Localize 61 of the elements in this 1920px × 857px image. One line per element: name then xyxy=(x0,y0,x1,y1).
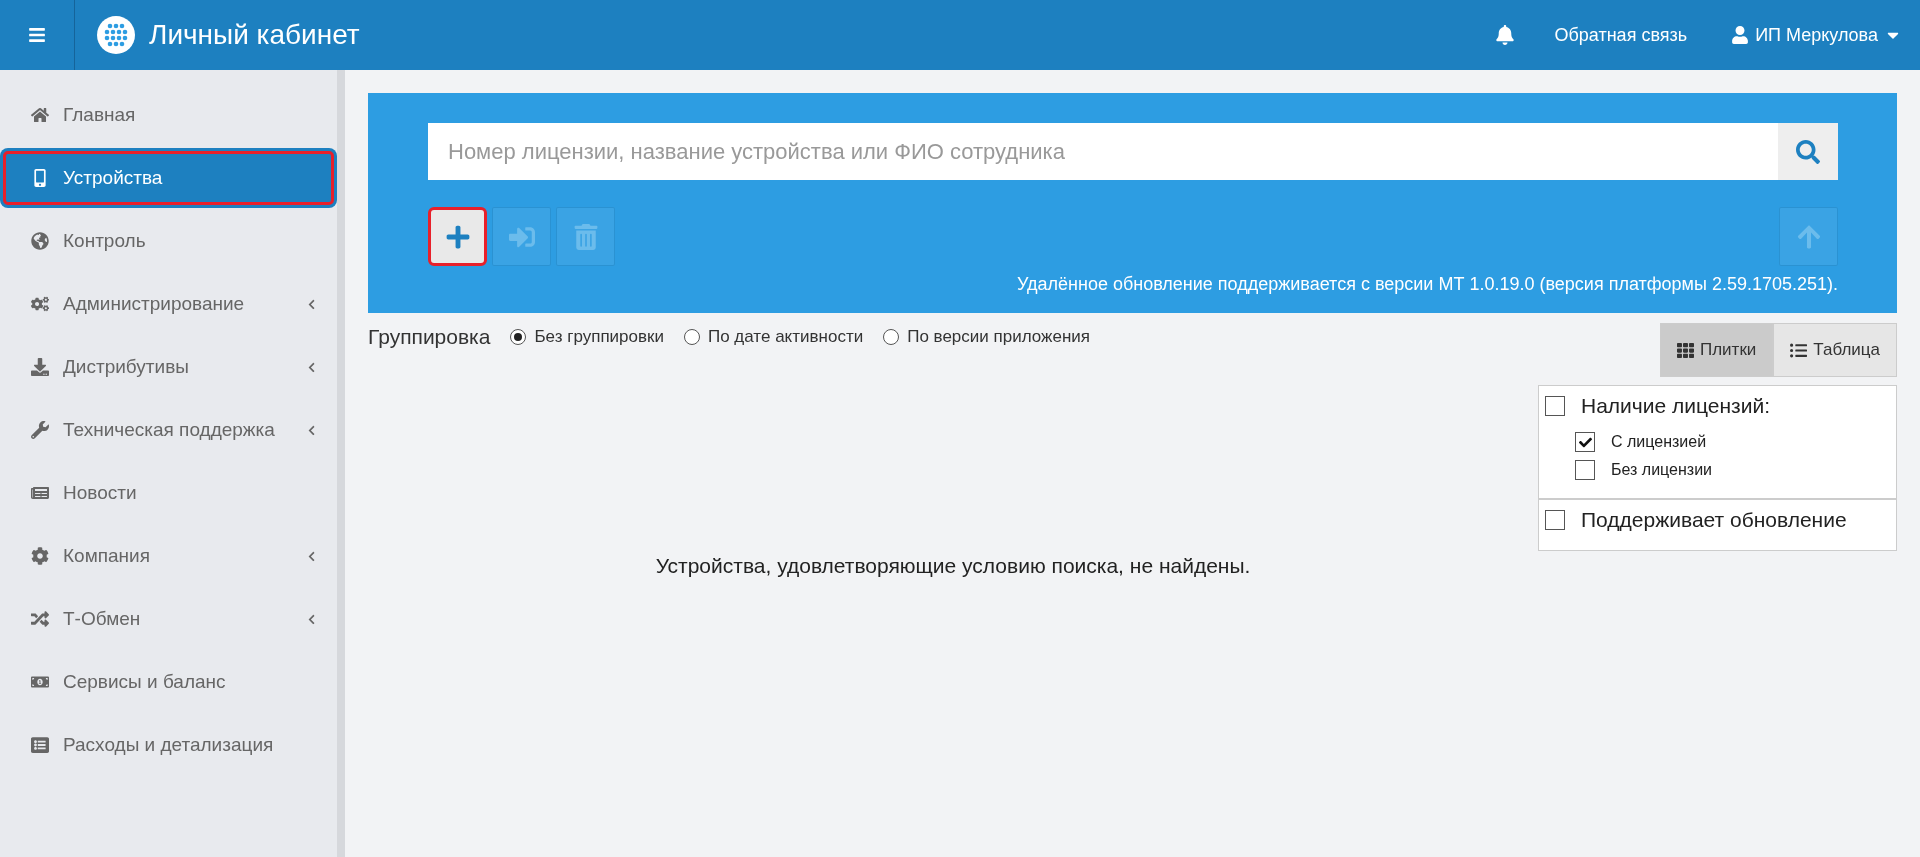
chevron-icon xyxy=(306,424,317,436)
sidebar-item[interactable]: Расходы и детализация xyxy=(0,715,337,775)
home-icon xyxy=(30,106,50,124)
bell-icon xyxy=(1494,25,1515,45)
sidebar-item[interactable]: Т-Обмен xyxy=(0,589,337,649)
checkbox[interactable] xyxy=(1545,510,1565,530)
search-field[interactable]: Номер лицензии, название устройства или ФИО сотрудника xyxy=(428,123,1778,180)
plus-icon xyxy=(444,223,471,250)
radio-button[interactable] xyxy=(683,329,700,345)
filter-label: Без лицензии xyxy=(1611,461,1713,479)
arrow-up-icon xyxy=(1795,223,1822,250)
filter-label: Поддерживает обновление xyxy=(1581,508,1847,532)
trash-icon xyxy=(572,223,599,250)
wrench-icon xyxy=(30,421,50,439)
list-icon xyxy=(1790,341,1808,359)
sidebar-item[interactable]: Контроль xyxy=(0,211,337,271)
add-button[interactable] xyxy=(428,207,487,266)
chevron-icon xyxy=(306,613,317,625)
gear-icon xyxy=(30,547,50,565)
sidebar-item[interactable]: Администрирование xyxy=(0,274,337,334)
sidebar-item[interactable]: Новости xyxy=(0,463,337,523)
option-label: Без группировки xyxy=(534,327,664,347)
user-icon xyxy=(1731,26,1750,44)
chevron-icon xyxy=(306,550,317,562)
checkbox[interactable] xyxy=(1575,432,1595,452)
newspaper-icon xyxy=(30,484,50,502)
logo-icon xyxy=(97,16,135,54)
check-icon xyxy=(1578,435,1592,449)
user-menu-button[interactable]: ИП Меркулова xyxy=(1731,24,1902,46)
update-note: Удалённое обновление поддерживается с версии МТ 1.0.19.0 (версия платформы 2.59.1705.251). xyxy=(1015,274,1838,295)
search-button[interactable] xyxy=(1778,123,1838,180)
download-icon xyxy=(30,358,50,376)
sidebar-item[interactable]: Устройства xyxy=(0,148,337,208)
grouping-label: Группировка xyxy=(368,325,491,349)
shuffle-icon xyxy=(30,610,50,628)
filter-label: С лицензией xyxy=(1611,433,1707,451)
grid-icon xyxy=(1677,341,1694,359)
filter-label: Наличие лицензий: xyxy=(1581,394,1770,418)
sidebar-item[interactable]: Техническая поддержка xyxy=(0,400,337,460)
table-tab[interactable]: Таблица xyxy=(1773,323,1897,377)
chevron-icon xyxy=(306,361,317,373)
sidebar-item[interactable]: Главная xyxy=(0,85,337,145)
list-icon xyxy=(30,736,50,754)
sidebar-item[interactable]: Компания xyxy=(0,526,337,586)
chevron-icon xyxy=(306,298,317,310)
grouping-option[interactable]: Без группировки xyxy=(510,327,664,347)
empty-message: Устройства, удовлетворяющие условию поиска, не найдены. xyxy=(655,554,1251,578)
menu-icon xyxy=(28,26,46,44)
notifications-button[interactable] xyxy=(1494,25,1515,45)
app-title: Личный кабинет xyxy=(149,19,360,51)
search-icon xyxy=(1796,139,1820,164)
gears-icon xyxy=(30,295,50,313)
feedback-link[interactable]: Обратная связь xyxy=(1554,24,1688,46)
sidebar-item[interactable]: Дистрибутивы xyxy=(0,337,337,397)
globe-icon xyxy=(30,232,50,250)
tiles-tab[interactable]: Плитки xyxy=(1660,323,1774,377)
radio-button[interactable] xyxy=(883,329,900,345)
sidebar-item[interactable]: Сервисы и баланс xyxy=(0,652,337,712)
checkbox[interactable] xyxy=(1575,460,1595,480)
radio-button[interactable] xyxy=(510,329,527,345)
checkbox[interactable] xyxy=(1545,396,1565,416)
